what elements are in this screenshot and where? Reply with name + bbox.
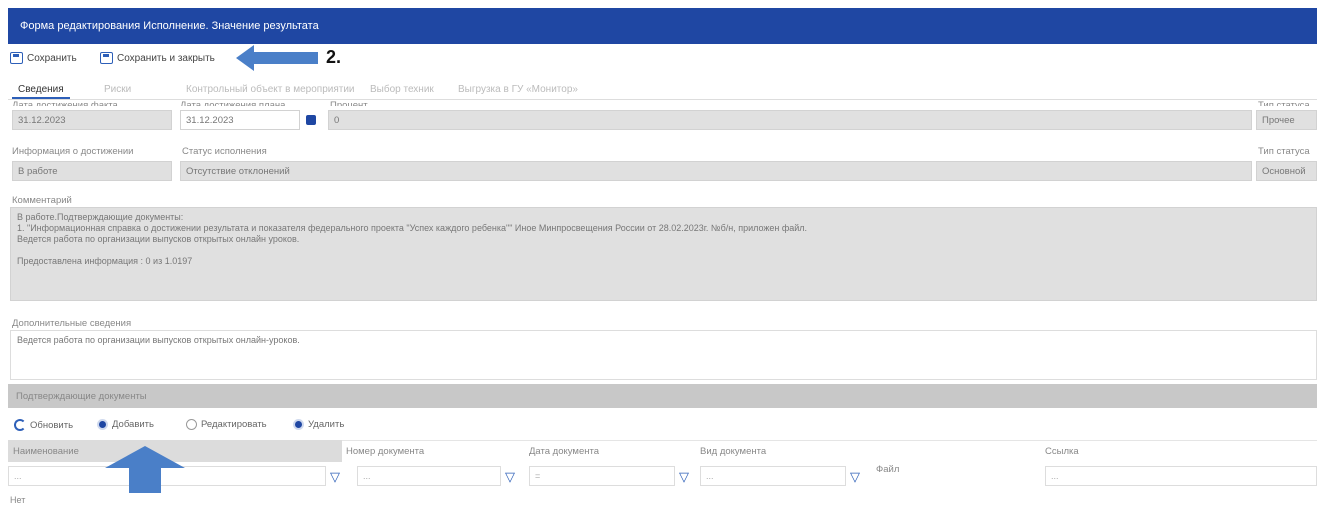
grid-empty-row: Нет <box>10 495 26 505</box>
extra-info-text: Ведется работа по организации выпусков о… <box>17 335 300 345</box>
comment-textarea[interactable]: В работе.Подтверждающие документы: 1. "И… <box>10 207 1317 301</box>
save-button-label: Сохранить <box>27 52 77 64</box>
documents-section-header[interactable]: Подтверждающие документы <box>8 384 1317 408</box>
edit-label: Редактировать <box>201 419 267 430</box>
plan-date-label: Дата достижения плана <box>180 100 286 106</box>
refresh-icon <box>14 419 26 431</box>
refresh-label: Обновить <box>30 419 74 431</box>
extra-info-textarea[interactable]: Ведется работа по организации выпусков о… <box>10 330 1317 380</box>
edit-icon <box>186 419 197 430</box>
filter-link-input[interactable]: ... <box>1045 466 1317 486</box>
save-icon <box>10 52 23 64</box>
status-type-label-top: Тип статуса <box>1258 100 1310 106</box>
window-titlebar: Форма редактирования Исполнение. Значени… <box>8 8 1317 44</box>
fact-date-field[interactable]: 31.12.2023 <box>12 110 172 130</box>
delete-label: Удалить <box>308 419 345 430</box>
documents-header-label: Подтверждающие документы <box>16 391 147 402</box>
filter-number-input[interactable]: ... <box>357 466 501 486</box>
comment-line <box>17 245 1310 256</box>
fact-date-label: Дата достижения факта <box>12 100 118 106</box>
save-and-close-label: Сохранить и закрыть <box>117 52 215 64</box>
grid-header-rule <box>342 440 1317 441</box>
delete-icon <box>293 419 304 430</box>
annotation-arrow-up-icon <box>105 446 185 493</box>
comment-line: 1. "Информационная справка о достижении … <box>17 223 808 233</box>
tab-techniques[interactable]: Выбор техник <box>370 84 434 95</box>
col-file[interactable]: Файл <box>876 464 899 475</box>
col-doc-number[interactable]: Номер документа <box>346 446 424 457</box>
col-doc-date[interactable]: Дата документа <box>529 446 599 457</box>
filter-date-input[interactable]: = <box>529 466 675 486</box>
add-icon <box>97 419 108 430</box>
add-document-button[interactable]: Добавить <box>97 419 154 430</box>
filter-funnel-icon[interactable]: ▽ <box>330 470 340 483</box>
filter-funnel-icon[interactable]: ▽ <box>679 470 689 483</box>
comment-label: Комментарий <box>12 195 72 206</box>
filter-funnel-icon[interactable]: ▽ <box>850 470 860 483</box>
info-label: Информация о достижении <box>12 146 134 157</box>
edit-document-button[interactable]: Редактировать <box>186 419 267 430</box>
status-field[interactable]: Отсутствие отклонений <box>180 161 1252 181</box>
step-annotation: 2. <box>326 47 342 67</box>
right-status-field[interactable]: Прочее <box>1256 110 1317 130</box>
calendar-icon[interactable] <box>306 115 316 125</box>
info-field[interactable]: В работе <box>12 161 172 181</box>
comment-line: В работе.Подтверждающие документы: <box>17 212 184 222</box>
value-field[interactable]: 0 <box>328 110 1252 130</box>
save-and-close-button[interactable]: Сохранить и закрыть <box>100 52 215 64</box>
comment-line: Ведется работа по организации выпусков о… <box>17 234 300 244</box>
add-label: Добавить <box>112 419 154 430</box>
tab-control-object[interactable]: Контрольный объект в мероприятии <box>186 84 355 95</box>
status-label: Статус исполнения <box>182 146 267 157</box>
window-title: Форма редактирования Исполнение. Значени… <box>20 20 319 32</box>
tab-risks[interactable]: Риски <box>104 84 131 95</box>
plan-date-field[interactable]: 31.12.2023 <box>180 110 300 130</box>
refresh-button[interactable]: Обновить <box>14 419 73 431</box>
filter-funnel-icon[interactable]: ▽ <box>505 470 515 483</box>
comment-line: Предоставлена информация : 0 из 1.0197 <box>17 256 193 266</box>
filter-type-input[interactable]: ... <box>700 466 846 486</box>
col-link[interactable]: Ссылка <box>1045 446 1079 457</box>
tab-svedeniya[interactable]: Сведения <box>18 84 64 95</box>
col-name: Наименование <box>13 446 79 457</box>
value-label: Процент <box>330 100 368 106</box>
type-field[interactable]: Основной <box>1256 161 1317 181</box>
col-doc-type[interactable]: Вид документа <box>700 446 766 457</box>
tab-export-monitor[interactable]: Выгрузка в ГУ «Монитор» <box>458 84 578 95</box>
extra-info-label: Дополнительные сведения <box>12 318 132 329</box>
type-label: Тип статуса <box>1258 146 1310 157</box>
annotation-arrow-left-icon <box>236 45 318 71</box>
save-icon <box>100 52 113 64</box>
save-button[interactable]: Сохранить <box>10 52 77 64</box>
delete-document-button[interactable]: Удалить <box>293 419 344 430</box>
